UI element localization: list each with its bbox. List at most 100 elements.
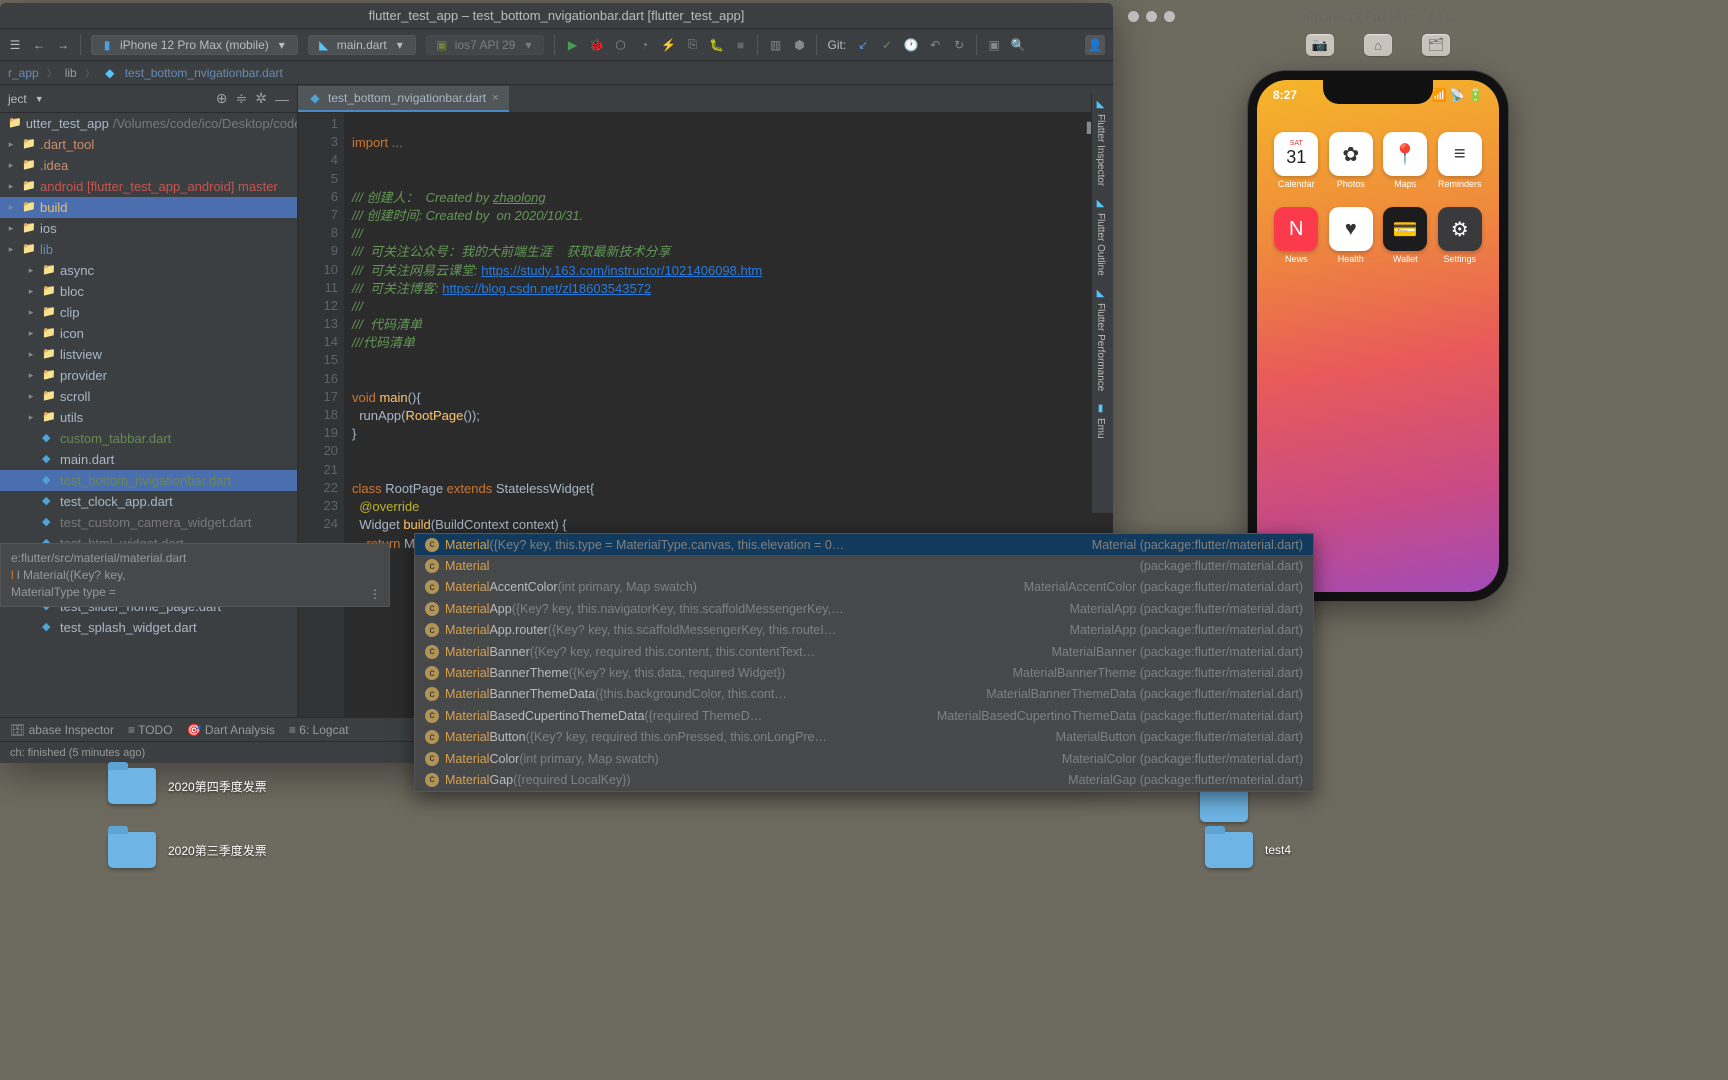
tree-folder[interactable]: ▸provider [0, 365, 297, 386]
emulator-selector[interactable]: ▣ ios7 API 29 ▾ [426, 35, 545, 55]
completion-item[interactable]: cMaterialBanner({Key? key, required this… [415, 641, 1313, 662]
db-inspector-tab[interactable]: 🗄 abase Inspector [10, 723, 114, 737]
flutter-outline-tab[interactable]: ◣Flutter Outline [1092, 192, 1109, 282]
tree-folder[interactable]: ▸.idea [0, 155, 297, 176]
emulator-tab[interactable]: ▮Emu [1092, 397, 1109, 445]
app-icon[interactable]: 💳Wallet [1378, 207, 1433, 264]
tree-file[interactable]: test_custom_camera_widget.dart [0, 512, 297, 533]
app-icon[interactable]: ⚙Settings [1433, 207, 1488, 264]
dart-analysis-tab[interactable]: 🎯 Dart Analysis [187, 723, 275, 737]
flutter-performance-tab[interactable]: ◣Flutter Performance [1092, 282, 1109, 397]
completion-item[interactable]: cMaterial({Key? key, this.type = Materia… [415, 534, 1313, 555]
locate-icon[interactable]: ⊕ [216, 90, 228, 107]
app-icon[interactable]: ♥Health [1324, 207, 1379, 264]
tree-folder[interactable]: ▸clip [0, 302, 297, 323]
user-icon[interactable]: 👤 [1085, 35, 1105, 55]
completion-item[interactable]: cMaterialColor(int primary, Map swatch)M… [415, 748, 1313, 769]
completion-item[interactable]: cMaterialApp.router({Key? key, this.scaf… [415, 620, 1313, 641]
screenshot-button[interactable]: 📷 [1306, 34, 1334, 56]
stop-icon[interactable]: ■ [733, 38, 747, 52]
breadcrumb-root[interactable]: r_app [8, 66, 39, 80]
collapse-icon[interactable]: — [275, 91, 289, 107]
tree-file[interactable]: test_bottom_nvigationbar.dart [0, 470, 297, 491]
desktop-folder[interactable]: 2020第三季度发票 [108, 832, 267, 868]
device-frame: 8:27 📶 📡 🔋 SAT31Calendar✿Photos📍Maps≡Rem… [1248, 71, 1508, 601]
tree-folder[interactable]: ▸listview [0, 344, 297, 365]
more-icon[interactable]: ⋮ [369, 586, 381, 603]
home-button[interactable]: ⌂ [1364, 34, 1392, 56]
profile-icon[interactable]: ◔ [637, 38, 651, 52]
tree-folder[interactable]: ▸utils [0, 407, 297, 428]
home-screen-apps: SAT31Calendar✿Photos📍Maps≡Reminders NNews… [1257, 102, 1499, 264]
app-icon[interactable]: ≡Reminders [1433, 132, 1488, 189]
debug-icon[interactable]: 🐞 [589, 38, 603, 52]
completion-item[interactable]: cMaterialBannerThemeData({this.backgroun… [415, 684, 1313, 705]
git-label: Git: [827, 38, 846, 52]
rotate-button[interactable]: 🗂 [1422, 34, 1450, 56]
completion-item[interactable]: cMaterial(package:flutter/material.dart) [415, 555, 1313, 576]
settings-icon[interactable]: ✲ [255, 90, 267, 107]
desktop-folder[interactable]: 2020第四季度发票 [108, 768, 267, 804]
git-bisect-icon[interactable]: ↻ [952, 38, 966, 52]
code-completion-popup[interactable]: cMaterial({Key? key, this.type = Materia… [414, 533, 1314, 792]
run-icon[interactable]: ▶ [565, 38, 579, 52]
tree-folder[interactable]: ▸ios [0, 218, 297, 239]
tree-file[interactable]: test_splash_widget.dart [0, 617, 297, 638]
git-commit-icon[interactable]: ✓ [880, 38, 894, 52]
structure-icon[interactable]: ▣ [987, 38, 1001, 52]
completion-item[interactable]: cMaterialApp({Key? key, this.navigatorKe… [415, 598, 1313, 619]
close-icon[interactable]: × [492, 92, 498, 104]
git-rollback-icon[interactable]: ↶ [928, 38, 942, 52]
hot-restart-icon[interactable]: 🐛 [709, 38, 723, 52]
completion-item[interactable]: cMaterialAccentColor(int primary, Map sw… [415, 577, 1313, 598]
git-history-icon[interactable]: 🕐 [904, 38, 918, 52]
breadcrumb: r_app 〉 lib 〉 ◆ test_bottom_nvigationbar… [0, 61, 1113, 85]
project-tree[interactable]: utter_test_app /Volumes/code/ico/Desktop… [0, 113, 297, 717]
todo-tab[interactable]: ≡ TODO [128, 723, 173, 737]
tree-folder[interactable]: ▸bloc [0, 281, 297, 302]
hot-reload-icon[interactable]: ⚡ [661, 38, 675, 52]
git-update-icon[interactable]: ↙ [856, 38, 870, 52]
devtools-icon[interactable]: ▥ [768, 38, 782, 52]
tree-folder[interactable]: ▸build [0, 197, 297, 218]
tab-label: test_bottom_nvigationbar.dart [328, 91, 486, 105]
logcat-tab[interactable]: ≡ 6: Logcat [289, 723, 349, 737]
nav-back-icon[interactable]: ← [32, 38, 46, 52]
app-icon[interactable]: ✿Photos [1324, 132, 1379, 189]
completion-item[interactable]: cMaterialBasedCupertinoThemeData({requir… [415, 705, 1313, 726]
device-selector[interactable]: ▮ iPhone 12 Pro Max (mobile) ▾ [91, 35, 298, 55]
app-icon[interactable]: NNews [1269, 207, 1324, 264]
device-screen[interactable]: 8:27 📶 📡 🔋 SAT31Calendar✿Photos📍Maps≡Rem… [1257, 80, 1499, 592]
app-icon[interactable]: SAT31Calendar [1269, 132, 1324, 189]
apple-icon[interactable]: ☰ [8, 38, 22, 52]
attach-icon[interactable]: ⎘ [685, 38, 699, 52]
tree-folder[interactable]: ▸lib [0, 239, 297, 260]
avd-icon[interactable]: ⬢ [792, 38, 806, 52]
tree-folder[interactable]: ▸.dart_tool [0, 134, 297, 155]
tree-folder[interactable]: ▸android [flutter_test_app_android] mast… [0, 176, 297, 197]
completion-item[interactable]: cMaterialBannerTheme({Key? key, this.dat… [415, 662, 1313, 683]
search-icon[interactable]: 🔍 [1011, 38, 1025, 52]
flutter-inspector-tab[interactable]: ◣Flutter Inspector [1092, 93, 1109, 192]
status-time: 8:27 [1273, 88, 1297, 102]
tree-file[interactable]: main.dart [0, 449, 297, 470]
desktop-folder[interactable]: test4 [1205, 832, 1291, 868]
window-controls[interactable] [1128, 11, 1175, 22]
app-icon[interactable]: 📍Maps [1378, 132, 1433, 189]
completion-item[interactable]: cMaterialButton({Key? key, required this… [415, 727, 1313, 748]
tree-file[interactable]: test_clock_app.dart [0, 491, 297, 512]
expand-icon[interactable]: ≑ [236, 90, 248, 107]
tree-folder[interactable]: ▸scroll [0, 386, 297, 407]
coverage-icon[interactable]: ⬡ [613, 38, 627, 52]
tree-folder[interactable]: ▸icon [0, 323, 297, 344]
folder-icon [1205, 832, 1253, 868]
file-tab[interactable]: ◆ test_bottom_nvigationbar.dart × [298, 86, 509, 112]
nav-fwd-icon[interactable]: → [56, 38, 70, 52]
completion-item[interactable]: cMaterialGap({required LocalKey})Materia… [415, 769, 1313, 790]
project-title[interactable]: ject [8, 92, 27, 106]
tree-folder[interactable]: ▸async [0, 260, 297, 281]
tree-file[interactable]: custom_tabbar.dart [0, 428, 297, 449]
breadcrumb-file[interactable]: test_bottom_nvigationbar.dart [125, 66, 283, 80]
breadcrumb-lib[interactable]: lib [65, 66, 77, 80]
run-config-selector[interactable]: ◣ main.dart ▾ [308, 35, 416, 55]
